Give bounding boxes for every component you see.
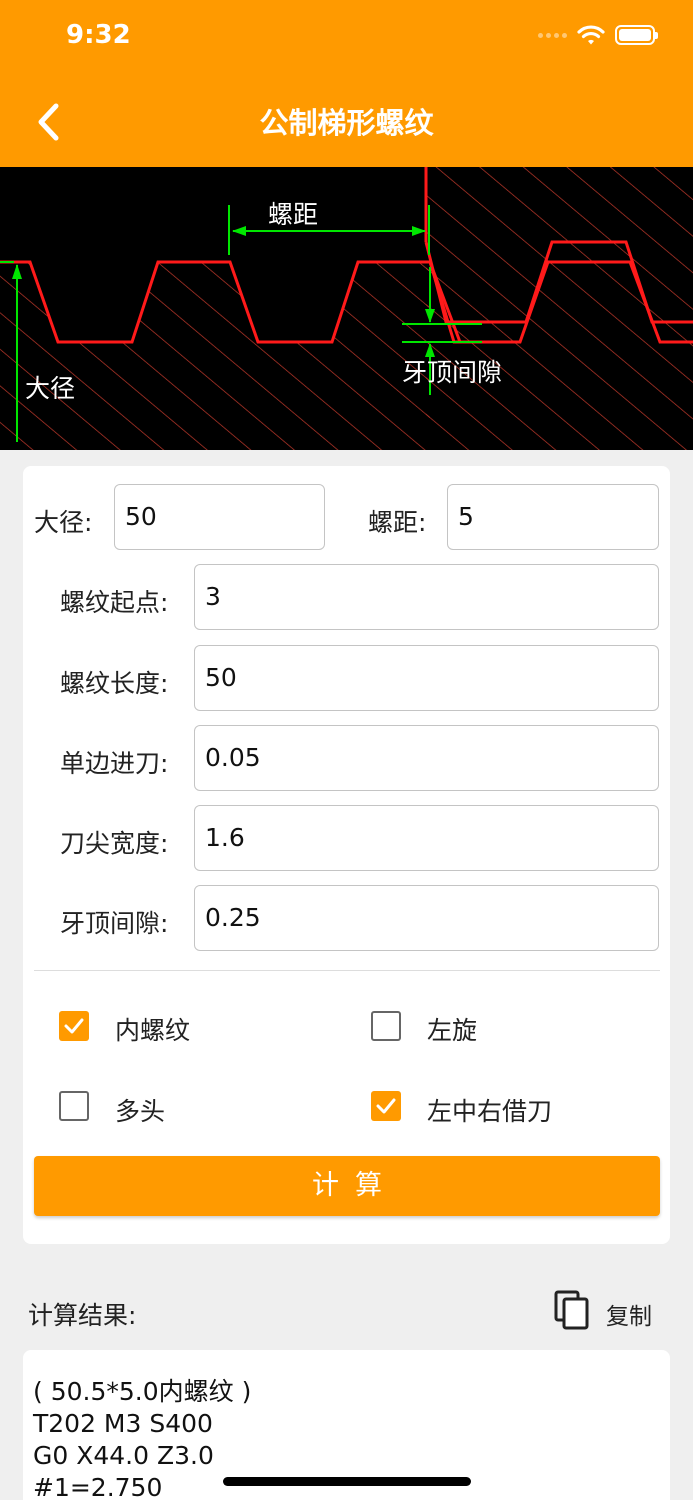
major-diameter-label: 大径: bbox=[34, 508, 93, 537]
thread-length-label: 螺纹长度: bbox=[60, 669, 169, 698]
app-header: 9:32 公制梯形螺纹 bbox=[0, 0, 693, 167]
lcr-borrow-checkbox[interactable] bbox=[371, 1091, 401, 1121]
thread-start-label: 螺纹起点: bbox=[60, 588, 169, 617]
result-line: T202 M3 S400 bbox=[33, 1409, 213, 1438]
lcr-borrow-label: 左中右借刀 bbox=[427, 1097, 553, 1126]
form-divider bbox=[34, 970, 660, 971]
feed-per-side-input[interactable]: 0.05 bbox=[194, 725, 659, 791]
tool-tip-width-input[interactable]: 1.6 bbox=[194, 805, 659, 871]
left-hand-label: 左旋 bbox=[427, 1016, 478, 1045]
checkmark-icon bbox=[376, 1098, 396, 1114]
feed-per-side-label: 单边进刀: bbox=[60, 749, 169, 778]
left-hand-checkbox[interactable] bbox=[371, 1011, 401, 1041]
internal-thread-checkbox[interactable] bbox=[59, 1011, 89, 1041]
thread-profile-drawing bbox=[0, 167, 693, 450]
crest-clearance-diagram-label: 牙顶间隙 bbox=[402, 358, 503, 387]
multi-start-checkbox[interactable] bbox=[59, 1091, 89, 1121]
crest-clearance-label: 牙顶间隙: bbox=[60, 909, 169, 938]
copy-icon[interactable] bbox=[553, 1289, 591, 1331]
signal-icon bbox=[538, 32, 567, 38]
wifi-icon bbox=[577, 25, 605, 45]
major-diameter-input[interactable]: 50 bbox=[114, 484, 325, 550]
result-label: 计算结果: bbox=[28, 1301, 137, 1330]
major-diameter-diagram-label: 大径 bbox=[25, 374, 76, 403]
calculate-button[interactable]: 计算 bbox=[34, 1156, 660, 1216]
home-indicator bbox=[223, 1477, 471, 1486]
pitch-diagram-label: 螺距 bbox=[268, 200, 319, 229]
status-time: 9:32 bbox=[66, 20, 131, 50]
checkmark-icon bbox=[64, 1018, 84, 1034]
page-title: 公制梯形螺纹 bbox=[259, 106, 434, 140]
thread-length-input[interactable]: 50 bbox=[194, 645, 659, 711]
result-line: ( 50.5*5.0内螺纹 ) bbox=[33, 1377, 252, 1406]
pitch-input[interactable]: 5 bbox=[447, 484, 659, 550]
result-line: G0 X44.0 Z3.0 bbox=[33, 1441, 214, 1470]
copy-button[interactable]: 复制 bbox=[606, 1297, 652, 1331]
battery-icon bbox=[615, 25, 658, 45]
internal-thread-label: 内螺纹 bbox=[115, 1016, 191, 1045]
thread-start-input[interactable]: 3 bbox=[194, 564, 659, 630]
multi-start-label: 多头 bbox=[115, 1097, 166, 1126]
status-icons bbox=[538, 24, 658, 46]
pitch-label: 螺距: bbox=[368, 508, 427, 537]
tool-tip-width-label: 刀尖宽度: bbox=[60, 829, 169, 858]
thread-diagram: 螺距 大径 牙顶间隙 bbox=[0, 167, 693, 450]
crest-clearance-input[interactable]: 0.25 bbox=[194, 885, 659, 951]
